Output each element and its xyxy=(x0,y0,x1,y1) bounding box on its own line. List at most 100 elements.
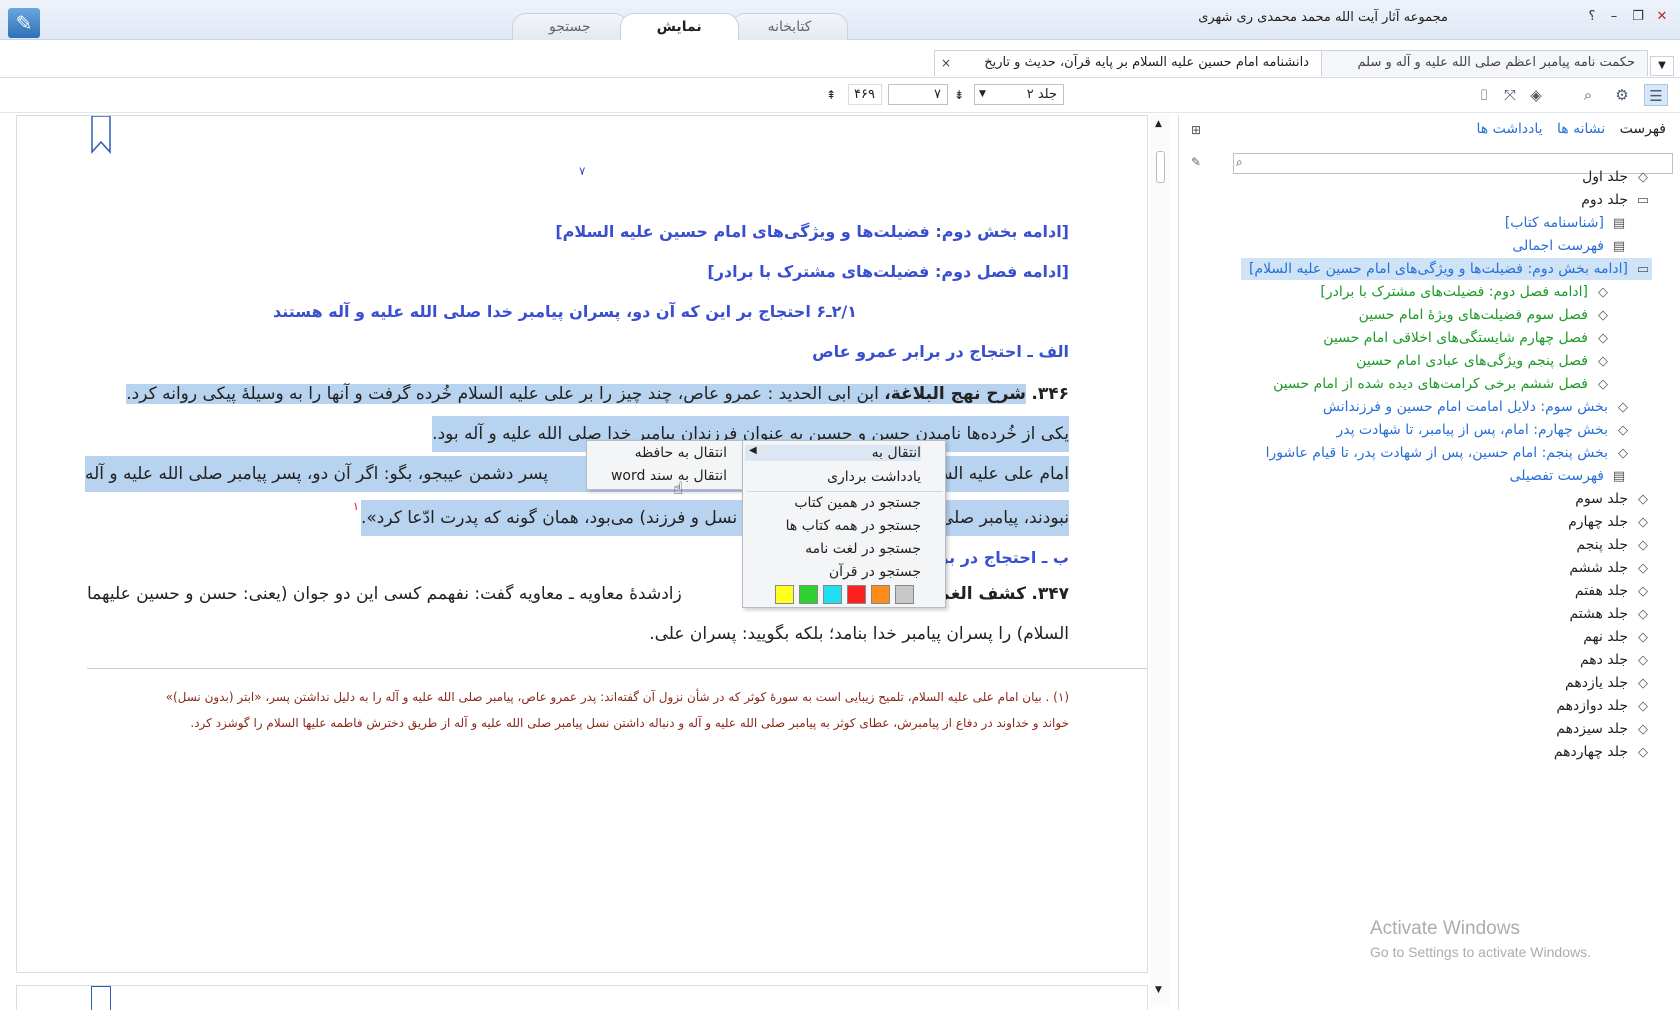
tab-library[interactable]: کتابخانه xyxy=(730,13,849,40)
toc-item-label: جلد اول xyxy=(1582,169,1628,185)
menu-item-search-all[interactable]: جستجو در همه کتاب ها xyxy=(786,518,921,534)
menu-item-move-to[interactable]: انتقال به ◀ xyxy=(745,445,921,461)
toc-item-label: [ادامه فصل دوم: فضیلت‌های مشترک با برادر… xyxy=(1320,284,1588,300)
toc-item-label: فهرست تفصیلی xyxy=(1509,468,1604,484)
book-open-icon: ▭ xyxy=(1636,262,1650,277)
hadith-number: ۳۴۶. xyxy=(1031,384,1069,404)
toc-item[interactable]: ▤ فهرست اجمالی xyxy=(1512,235,1628,257)
toc-item[interactable]: ◇ بخش چهارم: امام، پس از پیامبر، تا شهادت… xyxy=(1336,419,1632,441)
tab-notes[interactable]: یادداشت ها xyxy=(1476,121,1542,137)
book-icon: ◇ xyxy=(1638,699,1648,714)
toc-item[interactable]: ◇ جلد هفتم xyxy=(1575,580,1652,602)
toc-item[interactable]: ◇ جلد یازدهم xyxy=(1565,672,1652,694)
menu-item-search-quran[interactable]: جستجو در قرآن xyxy=(829,564,921,580)
bookmark-ribbon-icon[interactable] xyxy=(91,116,111,154)
toc-item[interactable]: ◇ جلد چهارم xyxy=(1568,511,1652,533)
toc-item[interactable]: ◇ جلد چهاردهم xyxy=(1554,741,1652,763)
minimize-button[interactable]: – xyxy=(1604,8,1624,26)
fullscreen-icon[interactable]: ⤧ xyxy=(1498,84,1522,106)
toc-item[interactable]: ▤ [شناسنامه کتاب] xyxy=(1505,212,1628,234)
menu-item-note[interactable]: یادداشت برداری xyxy=(827,469,921,485)
maximize-button[interactable]: ❐ xyxy=(1628,8,1648,26)
tab-search[interactable]: جستجو xyxy=(512,13,628,40)
document-scrollbar[interactable]: ▲ ▼ xyxy=(1150,115,1170,1005)
search-icon[interactable]: ⌕ xyxy=(1576,84,1600,106)
toc-item[interactable]: ◇ جلد نهم xyxy=(1583,626,1652,648)
wrench-icon[interactable]: ✎ xyxy=(1191,155,1201,169)
bookmark-icon[interactable]: ⌷ xyxy=(1472,84,1496,106)
toc-item-label: فصل پنجم ویژگی‌های عبادی امام حسین xyxy=(1356,353,1588,369)
toc-item-label: جلد ششم xyxy=(1569,560,1628,576)
toc-item[interactable]: ▭ [ادامه بخش دوم: فضیلت‌ها و ویژگی‌های ام… xyxy=(1241,258,1652,280)
highlight-swatch-gray[interactable] xyxy=(895,585,914,604)
toc-item[interactable]: ◇ بخش سوم: دلایل امامت امام حسین و فرزندا… xyxy=(1323,396,1632,418)
help-button[interactable]: ؟ xyxy=(1582,8,1602,26)
side-tabs: فهرست نشانه ها یادداشت ها xyxy=(1466,121,1666,137)
scroll-up-icon[interactable]: ▲ xyxy=(1155,119,1162,129)
volume-select[interactable]: جلد ۲ ▼ xyxy=(974,84,1064,105)
total-pages: ۴۶۹ xyxy=(848,84,882,105)
paragraph-346-line1[interactable]: ۳۴۶. شرح نهج البلاغة، ابن ابی الحدید : ع… xyxy=(126,376,1069,412)
toc-item[interactable]: ◇ فصل سوم فضیلت‌های ویژۀ امام حسین xyxy=(1359,304,1612,326)
footnote-marker[interactable]: ۱ xyxy=(353,500,359,513)
toc-item[interactable]: ◇ بخش پنجم: امام حسین، پس از شهادت پدر، ت… xyxy=(1266,442,1632,464)
menu-item-export-word[interactable]: انتقال به سند word xyxy=(611,468,727,484)
doc-tab-daneshnameh[interactable]: × دانشنامه امام حسین علیه السلام بر پایه… xyxy=(934,50,1322,76)
toc-list-icon[interactable]: ☰ xyxy=(1644,84,1668,106)
toc-item-label: جلد دهم xyxy=(1579,652,1628,668)
tabs-dropdown-icon[interactable]: ▼ xyxy=(1650,56,1674,76)
scroll-thumb[interactable] xyxy=(1156,151,1165,183)
toc-item[interactable]: ◇ جلد سیزدهم xyxy=(1556,718,1652,740)
toc-item[interactable]: ◇ جلد هشتم xyxy=(1569,603,1652,625)
menu-item-search-dictionary[interactable]: جستجو در لغت نامه xyxy=(805,541,921,557)
scroll-down-icon[interactable]: ▼ xyxy=(1155,985,1162,995)
highlight-swatch-red[interactable] xyxy=(847,585,866,604)
toc-item[interactable]: ◇ جلد ششم xyxy=(1569,557,1652,579)
tab-bookmarks[interactable]: نشانه ها xyxy=(1557,121,1605,137)
doc-tab-hekmat[interactable]: حکمت نامه پیامبر اعظم صلی الله علیه و آل… xyxy=(1320,50,1648,76)
toc-item[interactable]: ◇ فصل چهارم شایستگی‌های اخلاقی امام حسین xyxy=(1323,327,1612,349)
bookmark-ribbon-icon[interactable] xyxy=(91,986,111,1010)
toc-item[interactable]: ◇ فصل پنجم ویژگی‌های عبادی امام حسین xyxy=(1356,350,1612,372)
text-span: ابن ابی الحدید : عمرو عاص، چند چیز را بر… xyxy=(126,384,879,404)
paragraph-347-line2[interactable]: السلام) را پسران پیامبر خدا بنامد؛ بلکه … xyxy=(649,616,1069,652)
footnote-line2: خواند و خداوند در دفاع از پیامبرش، عطای … xyxy=(190,716,1069,730)
toc-item[interactable]: ◇ [ادامه فصل دوم: فضیلت‌های مشترک با براد… xyxy=(1320,281,1612,303)
paragraph-346-line4[interactable]: نبودند، پیامبر صلی نسل و فرزند) می‌بود، … xyxy=(361,500,1069,536)
next-page-strip xyxy=(16,985,1148,1010)
highlight-swatch-cyan[interactable] xyxy=(823,585,842,604)
toc-item[interactable]: ◇ جلد دوازدهم xyxy=(1556,695,1652,717)
highlight-swatch-green[interactable] xyxy=(799,585,818,604)
page-input[interactable]: ۷ xyxy=(888,84,948,105)
highlight-swatch-yellow[interactable] xyxy=(775,585,794,604)
book-icon: ◇ xyxy=(1598,308,1608,323)
layers-icon[interactable]: ◈ xyxy=(1524,84,1548,106)
title-bar: ✎ کتابخانه نمایش جستجو مجموعه آثار آیت ا… xyxy=(0,0,1680,40)
toc-item[interactable]: ◇ جلد سوم xyxy=(1575,488,1652,510)
tab-toc[interactable]: فهرست xyxy=(1620,121,1666,137)
toc-item[interactable]: ◇ جلد اول xyxy=(1582,166,1652,188)
pin-pane-icon[interactable]: ⊞ xyxy=(1191,123,1201,137)
main-tabs: کتابخانه نمایش جستجو xyxy=(512,13,849,40)
highlight-swatch-orange[interactable] xyxy=(871,585,890,604)
toc-item[interactable]: ◇ جلد پنجم xyxy=(1576,534,1652,556)
tab-display[interactable]: نمایش xyxy=(619,13,739,40)
toc-item-label: جلد چهارم xyxy=(1568,514,1628,530)
toc-item[interactable]: ◇ فصل ششم برخی کرامت‌های دیده شده از امام… xyxy=(1273,373,1612,395)
toc-item[interactable]: ◇ جلد دهم xyxy=(1580,649,1652,671)
menu-item-search-book[interactable]: جستجو در همین کتاب xyxy=(794,495,921,511)
next-page-icon[interactable]: ⇟ xyxy=(954,88,964,102)
toc-item-label: جلد نهم xyxy=(1583,629,1628,645)
page-icon: ▤ xyxy=(1612,216,1626,231)
close-button[interactable]: ✕ xyxy=(1652,8,1672,26)
toc-item[interactable]: ▭ جلد دوم xyxy=(1581,189,1652,211)
toc-item-label: جلد چهاردهم xyxy=(1553,744,1628,760)
gear-icon[interactable]: ⚙ xyxy=(1610,84,1634,106)
book-icon: ◇ xyxy=(1638,607,1648,622)
toc-item-label: جلد دوازدهم xyxy=(1556,698,1628,714)
first-page-icon[interactable]: ⇞ xyxy=(826,88,836,102)
close-tab-icon[interactable]: × xyxy=(941,51,951,75)
heading-chapter: [ادامه فصل دوم: فضیلت‌های مشترک با برادر… xyxy=(707,262,1069,281)
toc-item[interactable]: ▤ فهرست تفصیلی xyxy=(1510,465,1628,487)
menu-item-copy-clipboard[interactable]: انتقال به حافظه xyxy=(635,445,727,461)
